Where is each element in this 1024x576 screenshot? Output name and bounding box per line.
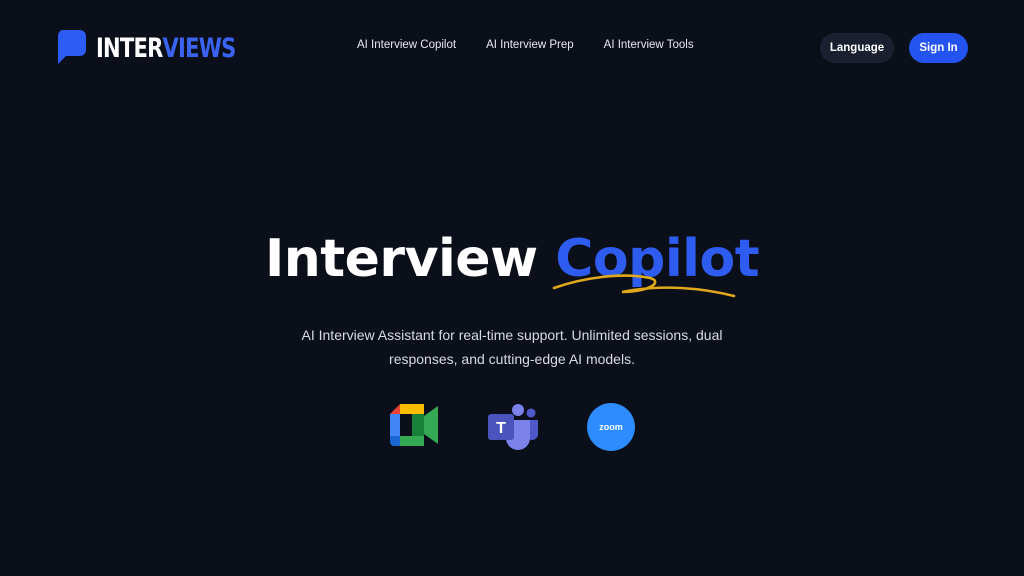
brand-wordmark-white: INTER <box>96 32 163 64</box>
main-nav: AI Interview Copilot AI Interview Prep A… <box>357 39 694 51</box>
integration-icons: T zoom <box>0 402 1024 452</box>
brand-wordmark: INTERVIEWS <box>96 35 236 62</box>
language-button[interactable]: Language <box>820 33 894 63</box>
speech-bubble-icon <box>57 30 86 64</box>
hero-title-white: Interview <box>264 229 538 289</box>
google-meet-icon <box>388 402 440 452</box>
sign-in-button[interactable]: Sign In <box>909 33 968 63</box>
nav-item-ai-interview-prep[interactable]: AI Interview Prep <box>486 39 574 51</box>
underline-swoosh-icon <box>552 274 736 298</box>
microsoft-teams-icon: T <box>486 402 538 452</box>
zoom-icon: zoom <box>586 402 638 452</box>
brand-wordmark-blue: VIEWS <box>162 32 237 64</box>
nav-item-ai-interview-tools[interactable]: AI Interview Tools <box>604 39 694 51</box>
svg-text:T: T <box>496 420 506 437</box>
landing-page: INTERVIEWS AI Interview Copilot AI Inter… <box>0 0 1024 576</box>
brand-logo[interactable]: INTERVIEWS <box>56 30 275 66</box>
hero-subtitle: AI Interview Assistant for real-time sup… <box>301 327 723 367</box>
hero-title: Interview Copilot <box>0 228 1024 290</box>
nav-item-ai-interview-copilot[interactable]: AI Interview Copilot <box>357 39 456 51</box>
zoom-label: zoom <box>599 422 623 432</box>
